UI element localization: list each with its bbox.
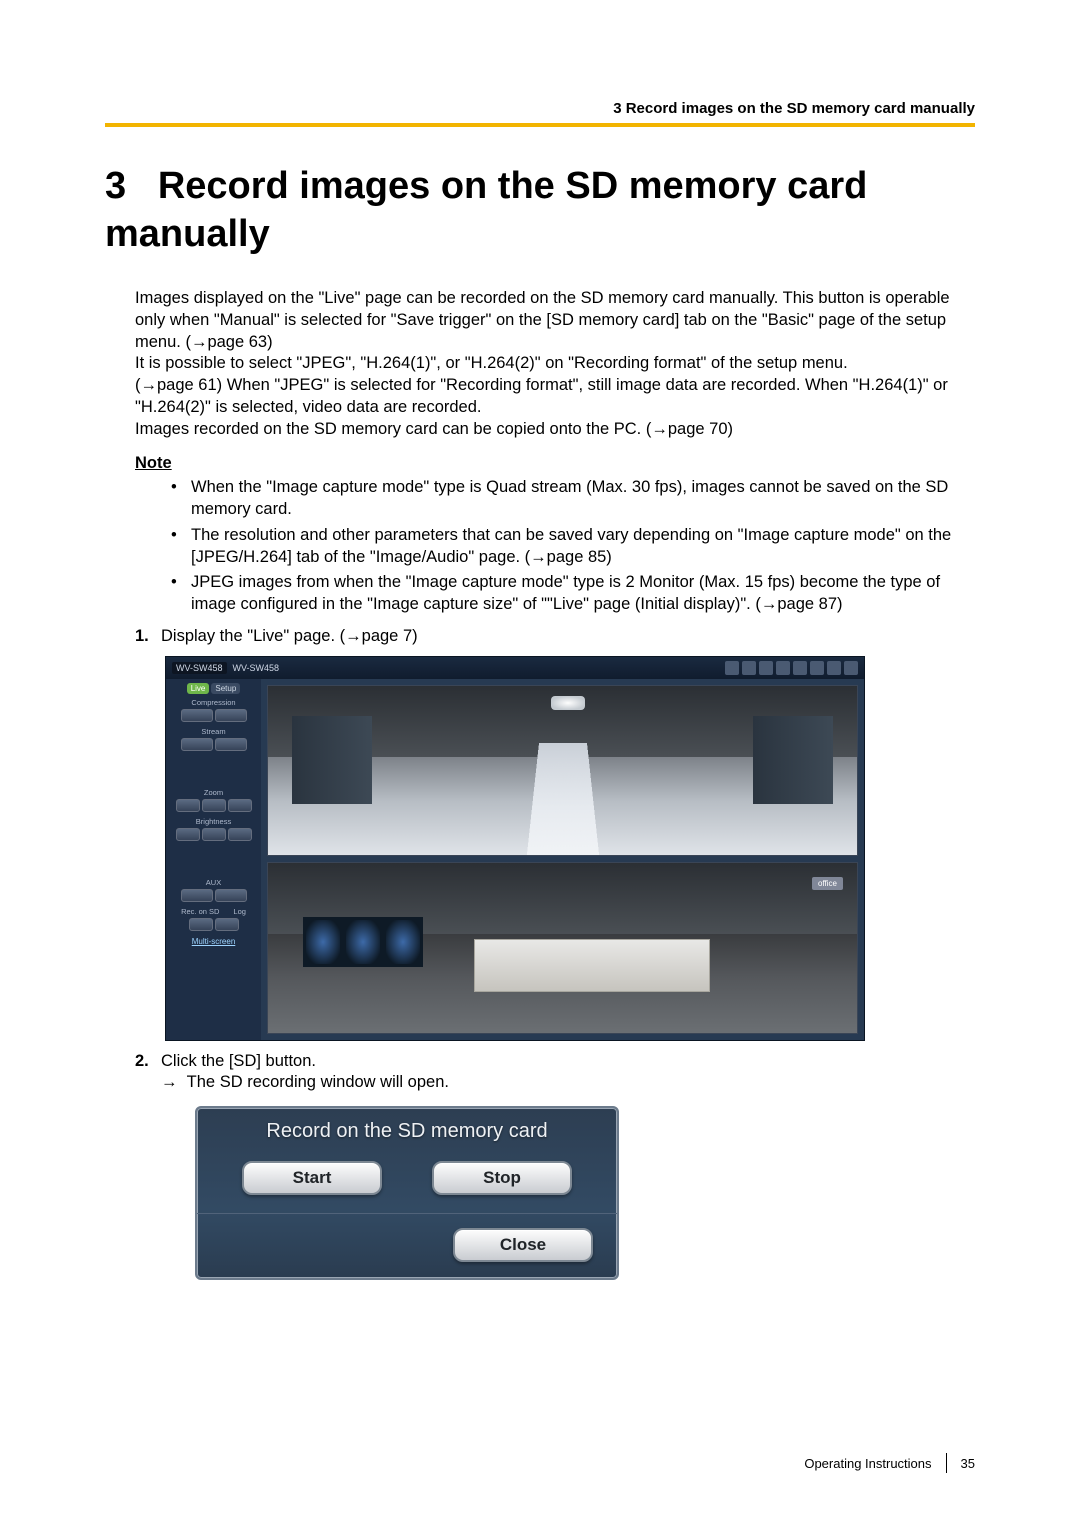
toolbar-icon[interactable]	[759, 661, 773, 675]
toolbar-icon[interactable]	[776, 661, 790, 675]
live-page-screenshot: WV-SW458 WV-SW458 Live Setup Compression	[165, 656, 865, 1041]
note-item: JPEG images from when the "Image capture…	[191, 572, 975, 616]
zoom-button[interactable]	[176, 799, 200, 812]
multiscreen-link[interactable]: Multi-screen	[166, 937, 261, 946]
sidebar-label-log: Log	[233, 907, 246, 916]
step-1: 1. Display the "Live" page. (→page 7)	[135, 626, 975, 648]
paragraph-3: Images recorded on the SD memory card ca…	[135, 419, 975, 441]
step-number: 1.	[135, 626, 161, 648]
start-button[interactable]: Start	[242, 1161, 382, 1195]
note-heading: Note	[135, 454, 975, 473]
live-video-area: 1 1 office	[261, 679, 864, 1040]
sidebar-label-zoom: Zoom	[166, 788, 261, 797]
toolbar-icon[interactable]	[793, 661, 807, 675]
arrow-icon: →	[161, 1073, 178, 1091]
toolbar-icon[interactable]	[827, 661, 841, 675]
sidebar-label-aux: AUX	[166, 878, 261, 887]
step-2: 2. Click the [SD] button. → The SD recor…	[135, 1051, 975, 1095]
dialog-title: Record on the SD memory card	[197, 1108, 617, 1153]
step-body: Click the [SD] button. → The SD recordin…	[161, 1051, 975, 1095]
live-sidebar: Live Setup Compression Stream Zoom Brigh…	[166, 679, 261, 1040]
sidebar-label-rec-sd: Rec. on SD	[181, 907, 219, 916]
page-footer: Operating Instructions 35	[804, 1453, 975, 1473]
text: )	[267, 333, 273, 351]
note-item: The resolution and other parameters that…	[191, 525, 975, 569]
footer-page-number: 35	[961, 1456, 975, 1471]
stream-option[interactable]	[215, 738, 247, 751]
sidebar-label-stream: Stream	[166, 727, 261, 736]
camera-view-2: 1 office	[267, 862, 858, 1034]
sd-button[interactable]	[189, 918, 213, 931]
footer-separator	[946, 1453, 947, 1473]
page-ref: →page 7	[345, 627, 412, 645]
text: Display the "Live" page. (	[161, 627, 345, 645]
sd-record-dialog: Record on the SD memory card Start Stop …	[195, 1106, 619, 1280]
chapter-number: 3	[105, 165, 126, 207]
page-ref: →page 63	[191, 333, 267, 351]
text: Click the [SD] button.	[161, 1052, 316, 1070]
note-item: When the "Image capture mode" type is Qu…	[191, 477, 975, 521]
stream-option[interactable]	[181, 738, 213, 751]
running-head: 3 Record images on the SD memory card ma…	[105, 100, 975, 123]
log-button[interactable]	[215, 918, 239, 931]
close-button[interactable]: Close	[453, 1228, 593, 1262]
text: The SD recording window will open.	[187, 1073, 449, 1091]
window-title: WV-SW458	[233, 663, 280, 673]
page: 3 Record images on the SD memory card ma…	[0, 0, 1080, 1527]
camera-view-1: 1	[267, 685, 858, 857]
aux-button[interactable]	[181, 889, 213, 902]
brightness-button[interactable]	[202, 828, 226, 841]
toolbar-icon[interactable]	[742, 661, 756, 675]
zoom-button[interactable]	[202, 799, 226, 812]
paragraph-2: It is possible to select "JPEG", "H.264(…	[135, 353, 975, 418]
stop-button[interactable]: Stop	[432, 1161, 572, 1195]
aux-button[interactable]	[215, 889, 247, 902]
brightness-button[interactable]	[176, 828, 200, 841]
step-number: 2.	[135, 1051, 161, 1095]
text: )	[728, 420, 734, 438]
chapter-heading: Record images on the SD memory card manu…	[105, 165, 867, 255]
header-rule	[105, 123, 975, 127]
step-body: Display the "Live" page. (→page 7)	[161, 626, 975, 648]
brightness-button[interactable]	[228, 828, 252, 841]
toolbar-icon[interactable]	[725, 661, 739, 675]
text: ) When "JPEG" is selected for "Recording…	[135, 376, 948, 416]
paragraph-1: Images displayed on the "Live" page can …	[135, 288, 975, 353]
text: Images recorded on the SD memory card ca…	[135, 420, 651, 438]
toolbar-icon[interactable]	[810, 661, 824, 675]
office-label: office	[812, 877, 843, 890]
sidebar-label-brightness: Brightness	[166, 817, 261, 826]
toolbar-icon[interactable]	[844, 661, 858, 675]
tab-setup[interactable]: Setup	[211, 683, 240, 694]
note-list: When the "Image capture mode" type is Qu…	[135, 477, 975, 616]
text: It is possible to select "JPEG", "H.264(…	[135, 354, 848, 372]
page-ref: →page 70	[651, 420, 727, 438]
live-top-bar: WV-SW458 WV-SW458	[166, 657, 864, 679]
page-ref: →page 61	[141, 376, 217, 394]
zoom-button[interactable]	[228, 799, 252, 812]
chapter-title: 3 Record images on the SD memory card ma…	[105, 163, 975, 258]
text: )	[412, 627, 418, 645]
compression-option[interactable]	[215, 709, 247, 722]
model-label: WV-SW458	[172, 662, 227, 674]
tab-live[interactable]: Live	[187, 683, 210, 694]
footer-doc-title: Operating Instructions	[804, 1456, 931, 1471]
compression-option[interactable]	[181, 709, 213, 722]
sidebar-label-compression: Compression	[166, 698, 261, 707]
toolbar-icons	[725, 661, 858, 675]
